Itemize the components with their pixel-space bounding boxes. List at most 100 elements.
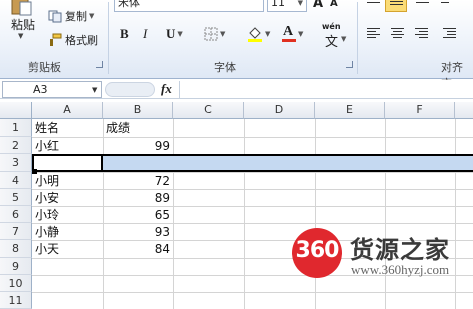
gridline bbox=[32, 189, 473, 190]
clipboard-icon bbox=[11, 0, 32, 16]
italic-button[interactable]: I bbox=[143, 25, 147, 43]
gridline bbox=[32, 206, 473, 207]
chevron-down-icon: ▼ bbox=[177, 30, 183, 38]
copy-button[interactable]: 复制 ▼ bbox=[48, 7, 94, 25]
phonetic-label: wén bbox=[322, 22, 341, 31]
clipboard-group-label: 剪贴板 bbox=[28, 61, 61, 74]
formula-input[interactable] bbox=[179, 81, 473, 98]
gridline bbox=[455, 119, 456, 309]
copy-label: 复制 bbox=[65, 10, 87, 23]
gridline bbox=[244, 119, 245, 309]
chevron-down-icon[interactable]: ▼ bbox=[18, 32, 23, 40]
dialog-launcher-icon[interactable] bbox=[346, 61, 353, 68]
decrease-indent-icon[interactable] bbox=[443, 28, 456, 40]
cell-b1[interactable]: 成绩 bbox=[106, 120, 130, 136]
format-painter-button[interactable]: 格式刷 bbox=[48, 31, 98, 49]
font-color-swatch bbox=[282, 38, 296, 42]
fill-color-swatch bbox=[248, 39, 262, 42]
align-center-icon[interactable] bbox=[391, 28, 404, 40]
cell-b6[interactable]: 65 bbox=[103, 207, 170, 223]
row-header-8[interactable]: 8 bbox=[0, 240, 32, 258]
cell-b2[interactable]: 99 bbox=[103, 138, 170, 154]
bold-button[interactable]: B bbox=[120, 25, 129, 43]
cell-a2[interactable]: 小红 bbox=[35, 138, 59, 154]
column-header-a[interactable]: A bbox=[32, 102, 103, 119]
select-all-corner[interactable] bbox=[0, 102, 32, 119]
gridline bbox=[32, 172, 473, 173]
ribbon: 粘贴 ▼ 复制 ▼ 格式刷 剪贴板 宋体 11 ▼ A A B I U ▼ ▼ … bbox=[0, 0, 473, 90]
column-header-g[interactable] bbox=[455, 102, 473, 119]
borders-icon bbox=[204, 27, 218, 41]
row-header-6[interactable]: 6 bbox=[0, 206, 32, 223]
copy-icon bbox=[48, 10, 62, 22]
name-box[interactable]: A3 bbox=[2, 81, 102, 98]
row-header-11[interactable]: 11 bbox=[0, 292, 32, 309]
cell-b5[interactable]: 89 bbox=[103, 190, 170, 206]
align-bottom-icon[interactable] bbox=[416, 0, 429, 8]
cell-a1[interactable]: 姓名 bbox=[35, 120, 59, 136]
chevron-down-icon: ▼ bbox=[220, 30, 226, 38]
gridline bbox=[32, 137, 473, 138]
fill-color-icon bbox=[248, 27, 262, 42]
font-color-button[interactable]: A ▼ bbox=[282, 23, 304, 43]
align-top-icon[interactable] bbox=[367, 0, 380, 8]
cell-b7[interactable]: 93 bbox=[103, 224, 170, 240]
cell-b8[interactable]: 84 bbox=[103, 241, 170, 257]
group-divider bbox=[357, 2, 358, 74]
font-name-select[interactable]: 宋体 bbox=[114, 0, 264, 12]
column-header-d[interactable]: D bbox=[244, 102, 315, 119]
align-middle-icon bbox=[390, 0, 403, 10]
row-header-10[interactable]: 10 bbox=[0, 275, 32, 292]
column-header-f[interactable]: F bbox=[385, 102, 455, 119]
align-right-icon[interactable] bbox=[415, 28, 428, 40]
orientation-icon[interactable] bbox=[441, 0, 454, 8]
cell-a5[interactable]: 小安 bbox=[35, 190, 59, 206]
cell-b4[interactable]: 72 bbox=[103, 173, 170, 189]
align-middle-button[interactable] bbox=[385, 0, 407, 12]
fill-color-button[interactable]: ▼ bbox=[247, 25, 270, 43]
watermark-url: www.360hyzj.com bbox=[351, 262, 450, 277]
insert-function-icon[interactable]: fx bbox=[161, 81, 172, 97]
gridline bbox=[32, 292, 473, 293]
row-header-1[interactable]: 1 bbox=[0, 119, 32, 137]
row-header-7[interactable]: 7 bbox=[0, 223, 32, 240]
chevron-down-icon: ▼ bbox=[341, 35, 347, 43]
cell-a6[interactable]: 小玲 bbox=[35, 207, 59, 223]
align-left-icon[interactable] bbox=[367, 28, 380, 40]
row-header-2[interactable]: 2 bbox=[0, 137, 32, 154]
font-name-value: 宋体 bbox=[118, 0, 140, 9]
borders-button[interactable]: ▼ bbox=[204, 25, 225, 43]
chevron-down-icon: ▼ bbox=[297, 0, 303, 7]
formula-bar-splitter[interactable] bbox=[105, 82, 155, 97]
phonetic-char: 文 bbox=[325, 35, 339, 50]
watermark-name: 货源之家 bbox=[350, 236, 450, 264]
font-group-label: 字体 bbox=[214, 61, 236, 74]
column-header-c[interactable]: C bbox=[173, 102, 244, 119]
chevron-down-icon[interactable]: ▼ bbox=[89, 12, 94, 20]
row-header-4[interactable]: 4 bbox=[0, 172, 32, 189]
paste-label: 粘贴 bbox=[11, 18, 36, 32]
column-header-b[interactable]: B bbox=[103, 102, 173, 119]
grow-font-button[interactable]: A bbox=[313, 0, 323, 11]
chevron-down-icon: ▼ bbox=[265, 30, 271, 38]
column-header-e[interactable]: E bbox=[315, 102, 385, 119]
dialog-launcher-icon[interactable] bbox=[96, 61, 103, 68]
gridline bbox=[32, 223, 473, 224]
row-header-9[interactable]: 9 bbox=[0, 258, 32, 275]
chevron-down-icon[interactable]: ▼ bbox=[92, 86, 97, 94]
active-cell-a3[interactable] bbox=[32, 154, 103, 172]
gridline bbox=[385, 119, 386, 309]
font-size-select[interactable]: 11 ▼ bbox=[267, 0, 307, 12]
chevron-down-icon: ▼ bbox=[298, 30, 304, 38]
row-header-3[interactable]: 3 bbox=[0, 154, 32, 172]
cell-a8[interactable]: 小天 bbox=[35, 241, 59, 257]
underline-label: U bbox=[166, 26, 176, 41]
row-header-5[interactable]: 5 bbox=[0, 189, 32, 206]
cell-a4[interactable]: 小明 bbox=[35, 173, 59, 189]
shrink-font-button[interactable]: A bbox=[330, 0, 338, 9]
gridline bbox=[173, 119, 174, 309]
cell-a7[interactable]: 小静 bbox=[35, 224, 59, 240]
underline-button[interactable]: U ▼ bbox=[166, 25, 183, 43]
font-color-label: A bbox=[283, 23, 294, 39]
phonetic-guide-button[interactable]: wén 文 ▼ bbox=[322, 22, 347, 50]
